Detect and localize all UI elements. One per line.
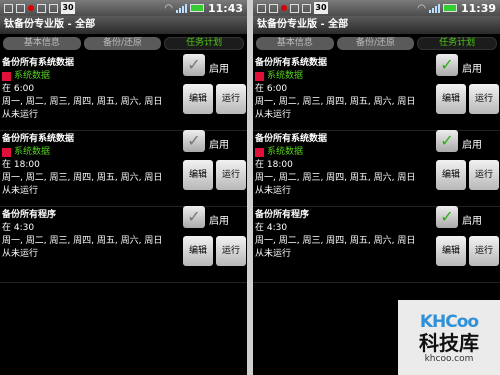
tab-backup-restore[interactable]: 备份/还原 [83, 37, 162, 50]
dataset-marker-icon [255, 71, 264, 81]
calendar-badge: 30 [314, 2, 328, 14]
edit-button[interactable]: 编辑 [183, 84, 213, 114]
task-item: 备份所有程序 在 4:30 周一, 周二, 周三, 周四, 周五, 周六, 周日… [0, 206, 247, 283]
download-icon [290, 3, 299, 13]
watermark: KHCoo 科技库 khcoo.com [398, 300, 500, 375]
calendar-badge: 30 [61, 2, 75, 14]
watermark-logo: KHCoo [419, 311, 479, 332]
task-last-run: 从未运行 [255, 186, 292, 196]
battery-icon [189, 4, 204, 12]
edit-button[interactable]: 编辑 [436, 160, 466, 190]
task-days: 周一, 周二, 周三, 周四, 周五, 周六, 周日 [2, 97, 163, 107]
watermark-url: khcoo.com [424, 353, 474, 364]
usb-icon [16, 3, 25, 13]
task-time: 在 6:00 [255, 84, 288, 94]
notification-icon [4, 3, 13, 13]
task-last-run: 从未运行 [255, 249, 292, 259]
task-name: 备份所有系统数据 [255, 134, 328, 144]
run-button[interactable]: 运行 [216, 236, 246, 266]
enable-checkbox[interactable]: ✓ [183, 54, 205, 76]
enable-label: 启用 [209, 216, 229, 227]
tab-backup-restore[interactable]: 备份/还原 [336, 37, 415, 50]
enable-label: 启用 [209, 64, 229, 75]
enable-label: 启用 [462, 64, 482, 75]
wifi-icon: ◠ [417, 2, 426, 14]
tab-schedule[interactable]: 任务计划 [164, 37, 245, 50]
task-time: 在 18:00 [255, 160, 293, 170]
dataset-marker-icon [2, 71, 11, 81]
edit-button[interactable]: 编辑 [436, 84, 466, 114]
task-time: 在 4:30 [255, 223, 288, 233]
tab-schedule[interactable]: 任务计划 [417, 37, 498, 50]
task-name: 备份所有程序 [255, 210, 310, 220]
enable-checkbox[interactable]: ✓ [183, 130, 205, 152]
watermark-text: 科技库 [419, 330, 479, 355]
task-dataset: 系统数据 [2, 146, 50, 158]
status-bar: 30 ◠ 11:43 [0, 0, 247, 16]
task-last-run: 从未运行 [255, 110, 292, 120]
record-icon [28, 5, 34, 11]
task-name: 备份所有系统数据 [2, 58, 75, 68]
dataset-marker-icon [2, 147, 11, 157]
dataset-marker-icon [255, 147, 264, 157]
task-item: 备份所有系统数据 系统数据 在 6:00 周一, 周二, 周三, 周四, 周五,… [253, 54, 500, 131]
edit-button[interactable]: 编辑 [183, 160, 213, 190]
run-button[interactable]: 运行 [469, 84, 499, 114]
task-dataset: 系统数据 [255, 70, 303, 82]
task-days: 周一, 周二, 周三, 周四, 周五, 周六, 周日 [2, 173, 163, 183]
notification-icon [257, 3, 266, 13]
tab-basic-info[interactable]: 基本信息 [256, 37, 334, 50]
screen-left: 30 ◠ 11:43 钛备份专业版 - 全部 基本信息 备份/还原 任务计划 备… [0, 0, 247, 375]
task-days: 周一, 周二, 周三, 周四, 周五, 周六, 周日 [255, 173, 416, 183]
task-last-run: 从未运行 [2, 110, 39, 120]
app-title: 钛备份专业版 - 全部 [0, 16, 247, 34]
edit-button[interactable]: 编辑 [183, 236, 213, 266]
enable-checkbox[interactable]: ✓ [183, 206, 205, 228]
task-days: 周一, 周二, 周三, 周四, 周五, 周六, 周日 [255, 236, 416, 246]
app-title: 钛备份专业版 - 全部 [253, 16, 500, 34]
tab-basic-info[interactable]: 基本信息 [3, 37, 81, 50]
task-item: 备份所有系统数据 系统数据 在 18:00 周一, 周二, 周三, 周四, 周五… [253, 130, 500, 207]
run-button[interactable]: 运行 [469, 236, 499, 266]
enable-label: 启用 [462, 140, 482, 151]
enable-label: 启用 [209, 140, 229, 151]
run-button[interactable]: 运行 [216, 84, 246, 114]
task-last-run: 从未运行 [2, 186, 39, 196]
task-item: 备份所有系统数据 系统数据 在 6:00 周一, 周二, 周三, 周四, 周五,… [0, 54, 247, 131]
task-time: 在 4:30 [2, 223, 35, 233]
task-name: 备份所有系统数据 [255, 58, 328, 68]
enable-checkbox[interactable]: ✓ [436, 130, 458, 152]
task-days: 周一, 周二, 周三, 周四, 周五, 周六, 周日 [255, 97, 416, 107]
task-dataset: 系统数据 [2, 70, 50, 82]
signal-icon [428, 3, 440, 13]
task-time: 在 6:00 [2, 84, 35, 94]
signal-icon [175, 3, 187, 13]
status-bar: 30 ◠ 11:39 [253, 0, 500, 16]
edit-button[interactable]: 编辑 [436, 236, 466, 266]
tab-bar: 基本信息 备份/还原 任务计划 [253, 34, 500, 53]
record-icon [281, 5, 287, 11]
enable-checkbox[interactable]: ✓ [436, 206, 458, 228]
clock: 11:39 [460, 1, 496, 15]
task-name: 备份所有程序 [2, 210, 57, 220]
task-item: 备份所有程序 在 4:30 周一, 周二, 周三, 周四, 周五, 周六, 周日… [253, 206, 500, 283]
sync-icon [302, 3, 311, 13]
battery-icon [442, 4, 457, 12]
task-last-run: 从未运行 [2, 249, 39, 259]
wifi-icon: ◠ [164, 2, 173, 14]
usb-icon [269, 3, 278, 13]
sync-icon [49, 3, 58, 13]
task-days: 周一, 周二, 周三, 周四, 周五, 周六, 周日 [2, 236, 163, 246]
task-name: 备份所有系统数据 [2, 134, 75, 144]
run-button[interactable]: 运行 [216, 160, 246, 190]
task-time: 在 18:00 [2, 160, 40, 170]
download-icon [37, 3, 46, 13]
task-dataset: 系统数据 [255, 146, 303, 158]
enable-checkbox[interactable]: ✓ [436, 54, 458, 76]
tab-bar: 基本信息 备份/还原 任务计划 [0, 34, 247, 53]
enable-label: 启用 [462, 216, 482, 227]
clock: 11:43 [207, 1, 243, 15]
run-button[interactable]: 运行 [469, 160, 499, 190]
task-item: 备份所有系统数据 系统数据 在 18:00 周一, 周二, 周三, 周四, 周五… [0, 130, 247, 207]
